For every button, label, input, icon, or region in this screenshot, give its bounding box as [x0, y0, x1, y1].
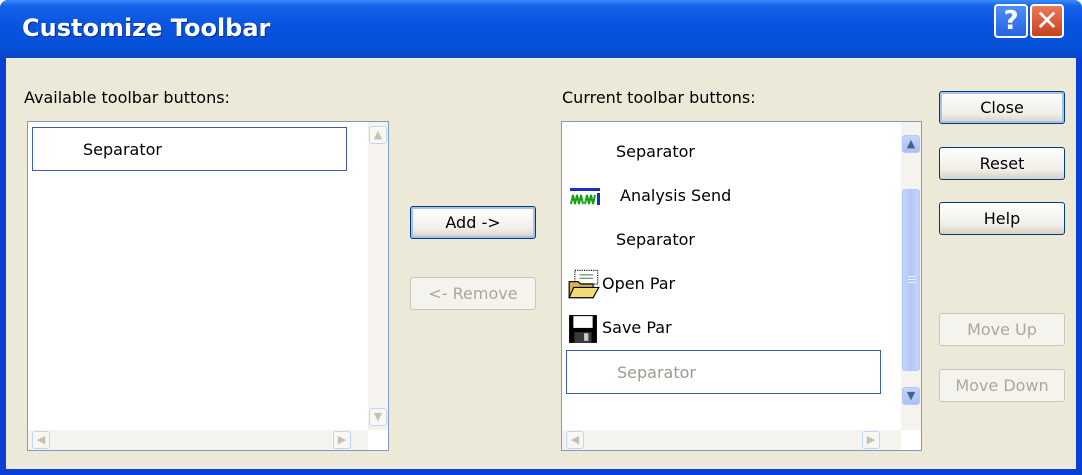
window-title: Customize Toolbar: [22, 14, 271, 42]
list-item-label: Separator: [616, 230, 695, 249]
available-buttons-list[interactable]: Separator ▲ ▼ ◀ ▶: [27, 121, 389, 451]
list-item[interactable]: Separator: [32, 127, 347, 171]
title-bar[interactable]: Customize Toolbar ? ✕: [0, 0, 1082, 58]
list-item-label: Open Par: [602, 274, 676, 293]
reset-button[interactable]: Reset: [939, 147, 1065, 180]
customize-toolbar-window: Customize Toolbar ? ✕ Available toolbar …: [0, 0, 1082, 475]
analysis-send-icon: [570, 188, 600, 205]
list-item[interactable]: Separator: [566, 218, 881, 262]
close-button[interactable]: Close: [939, 91, 1065, 124]
scroll-down-button[interactable]: ▼: [369, 408, 387, 426]
list-item-label: Separator: [616, 142, 695, 161]
list-item-label: Analysis Send: [620, 186, 732, 205]
available-buttons-label: Available toolbar buttons:: [24, 88, 230, 107]
list-item-label: Separator: [617, 363, 696, 382]
help-button[interactable]: Help: [939, 202, 1065, 235]
scroll-thumb[interactable]: [902, 189, 920, 371]
scroll-up-button[interactable]: ▲: [369, 126, 387, 144]
list-item[interactable]: Separator: [566, 350, 881, 394]
scroll-right-button[interactable]: ▶: [862, 431, 880, 449]
title-help-button[interactable]: ?: [994, 4, 1028, 38]
horizontal-scrollbar[interactable]: ◀ ▶: [562, 430, 901, 450]
vertical-scrollbar[interactable]: ▲ ▼: [368, 122, 388, 430]
list-item[interactable]: Analysis Send: [566, 174, 881, 218]
scroll-left-button[interactable]: ◀: [566, 431, 584, 449]
dialog-body: Available toolbar buttons: Separator ▲ ▼…: [6, 58, 1076, 469]
add-button[interactable]: Add ->: [410, 206, 536, 239]
scroll-left-button[interactable]: ◀: [32, 431, 50, 449]
current-buttons-list[interactable]: Separator Analysis Send Separator Open P…: [561, 121, 922, 451]
vertical-scrollbar[interactable]: ▲ ▼: [901, 122, 921, 430]
list-item-label: Separator: [83, 140, 162, 159]
list-item[interactable]: Separator: [566, 130, 881, 174]
list-item[interactable]: Save Par: [566, 306, 881, 350]
list-item[interactable]: Open Par: [566, 262, 881, 306]
floppy-save-icon: [569, 315, 597, 343]
title-close-button[interactable]: ✕: [1030, 4, 1064, 38]
list-item-label: Save Par: [602, 318, 672, 337]
scroll-up-button[interactable]: ▲: [902, 135, 920, 153]
scroll-down-button[interactable]: ▼: [902, 387, 920, 405]
current-buttons-label: Current toolbar buttons:: [562, 88, 756, 107]
remove-button[interactable]: <- Remove: [410, 277, 536, 310]
horizontal-scrollbar[interactable]: ◀ ▶: [28, 430, 368, 450]
move-down-button[interactable]: Move Down: [939, 369, 1065, 402]
open-folder-icon: [568, 269, 600, 299]
move-up-button[interactable]: Move Up: [939, 313, 1065, 346]
scroll-right-button[interactable]: ▶: [333, 431, 351, 449]
